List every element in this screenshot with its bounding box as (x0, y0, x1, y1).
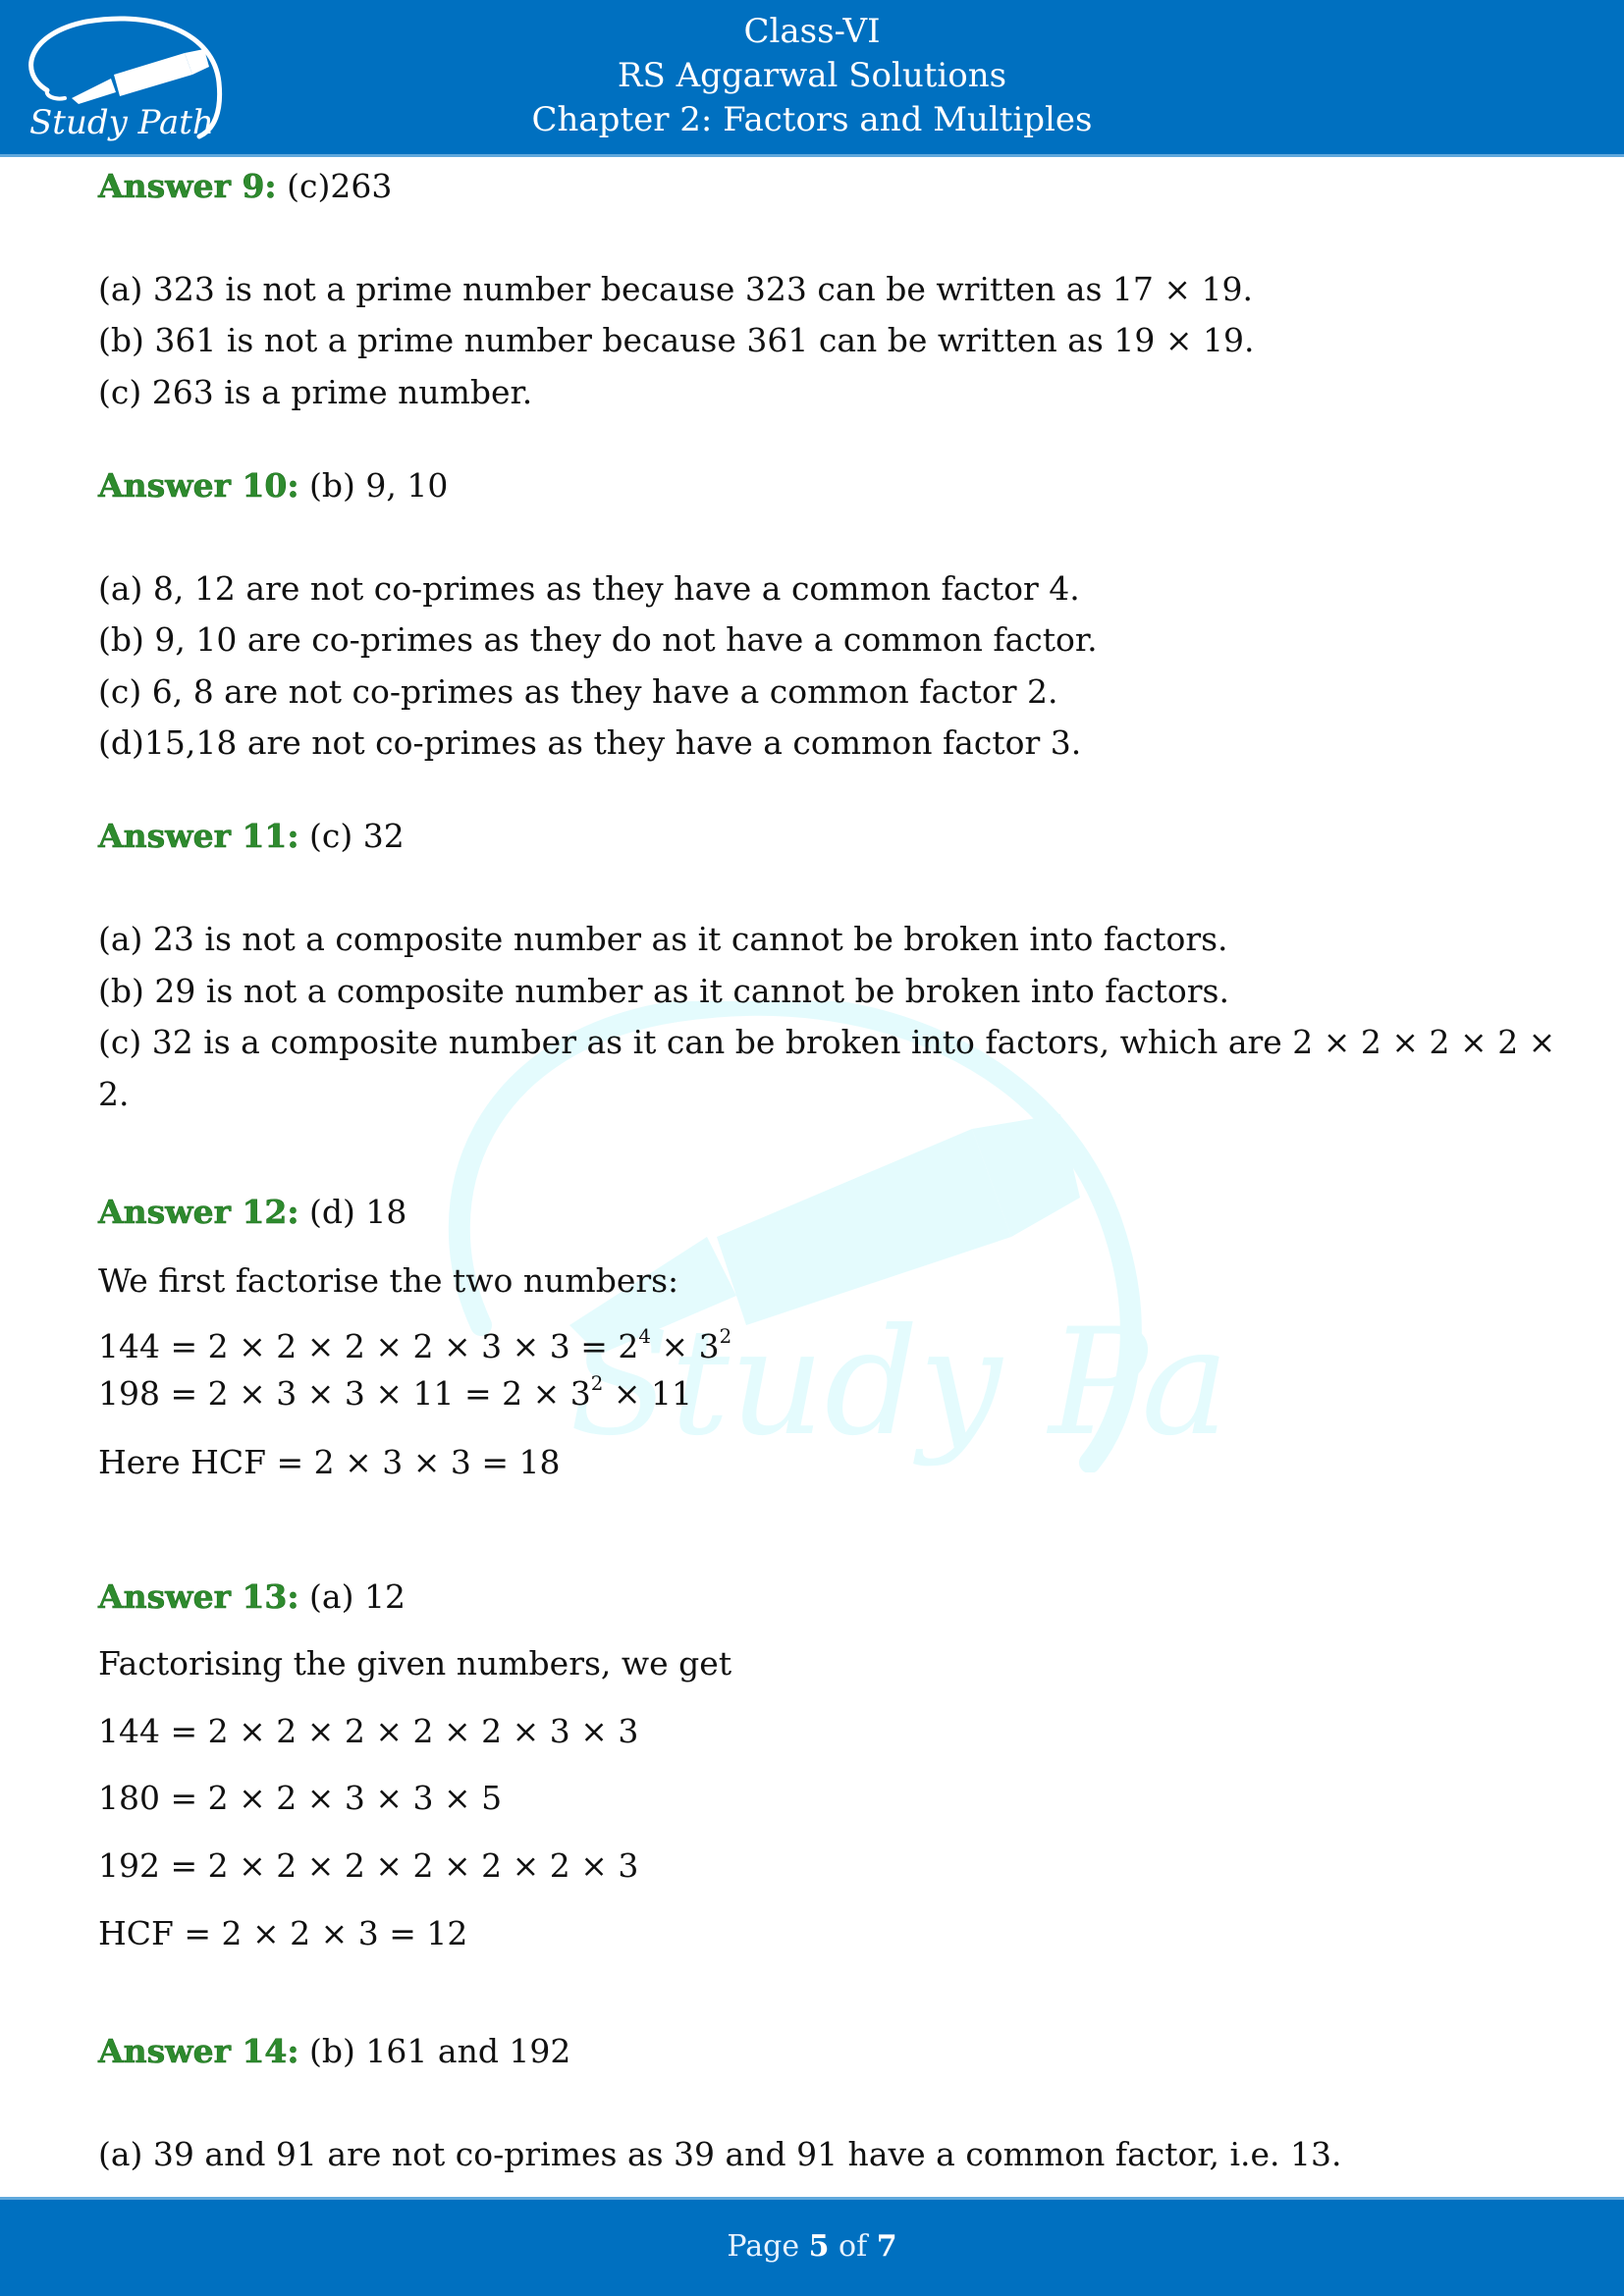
answer-10-line: (a) 8, 12 are not co-primes as they have… (98, 569, 1080, 608)
answer-choice: (d) 18 (298, 1193, 407, 1231)
answer-choice: (b) 9, 10 (298, 466, 449, 505)
answer-12-equation: 144 = 2 × 2 × 2 × 2 × 3 × 3 = 24 × 32 (98, 1325, 732, 1365)
current-page: 5 (808, 2229, 830, 2264)
answer-10-line: (d)15,18 are not co-primes as they have … (98, 723, 1082, 762)
answer-11-line: 2. (98, 1075, 130, 1113)
answer-11-line: (a) 23 is not a composite number as it c… (98, 920, 1228, 958)
answer-label: Answer 13: (98, 1577, 299, 1617)
answer-12-intro: We first factorise the two numbers: (98, 1261, 679, 1300)
answer-label: Answer 14: (98, 2032, 299, 2071)
answer-9-heading: Answer 9: (c)263 (98, 167, 393, 206)
page-indicator: Page 5 of 7 (727, 2229, 897, 2264)
answer-label: Answer 12: (98, 1193, 299, 1232)
header-title-block: Class-VI RS Aggarwal Solutions Chapter 2… (0, 10, 1624, 142)
answer-9-line: (c) 263 is a prime number. (98, 373, 533, 411)
answer-13-line: 192 = 2 × 2 × 2 × 2 × 2 × 2 × 3 (98, 1846, 639, 1885)
answer-13-line: 180 = 2 × 2 × 3 × 3 × 5 (98, 1779, 503, 1817)
answer-choice: (a) 12 (298, 1577, 406, 1616)
total-pages: 7 (876, 2229, 897, 2264)
answer-10-heading: Answer 10: (b) 9, 10 (98, 466, 449, 506)
answer-12-equation: 198 = 2 × 3 × 3 × 11 = 2 × 32 × 11 (98, 1372, 692, 1413)
page-footer: Page 5 of 7 (0, 2197, 1624, 2296)
answer-11-line: (c) 32 is a composite number as it can b… (98, 1023, 1556, 1061)
answer-13-intro: Factorising the given numbers, we get (98, 1644, 732, 1682)
page-header: Study Path Class-VI RS Aggarwal Solution… (0, 0, 1624, 157)
book-title: RS Aggarwal Solutions (617, 56, 1007, 95)
answer-13-line: 144 = 2 × 2 × 2 × 2 × 2 × 3 × 3 (98, 1712, 639, 1750)
answer-12-result: Here HCF = 2 × 3 × 3 = 18 (98, 1443, 561, 1481)
answer-10-line: (b) 9, 10 are co-primes as they do not h… (98, 620, 1098, 659)
chapter-title: Chapter 2: Factors and Multiples (531, 100, 1093, 139)
answer-11-line: (b) 29 is not a composite number as it c… (98, 972, 1229, 1010)
answer-choice: (b) 161 and 192 (298, 2032, 571, 2070)
answer-label: Answer 11: (98, 817, 299, 856)
answer-12-heading: Answer 12: (d) 18 (98, 1193, 407, 1232)
answer-10-line: (c) 6, 8 are not co-primes as they have … (98, 672, 1058, 711)
answer-label: Answer 9: (98, 167, 277, 206)
answer-choice: (c) 32 (298, 817, 405, 855)
answer-14-heading: Answer 14: (b) 161 and 192 (98, 2032, 571, 2071)
answer-14-line: (a) 39 and 91 are not co-primes as 39 an… (98, 2135, 1342, 2173)
answer-9-line: (a) 323 is not a prime number because 32… (98, 270, 1253, 308)
answer-9-line: (b) 361 is not a prime number because 36… (98, 321, 1255, 359)
answer-label: Answer 10: (98, 466, 299, 506)
answer-11-heading: Answer 11: (c) 32 (98, 817, 405, 856)
answer-13-line: HCF = 2 × 2 × 3 = 12 (98, 1914, 468, 1952)
class-label: Class-VI (743, 12, 881, 51)
answer-13-heading: Answer 13: (a) 12 (98, 1577, 406, 1617)
answer-choice: (c)263 (276, 167, 393, 205)
